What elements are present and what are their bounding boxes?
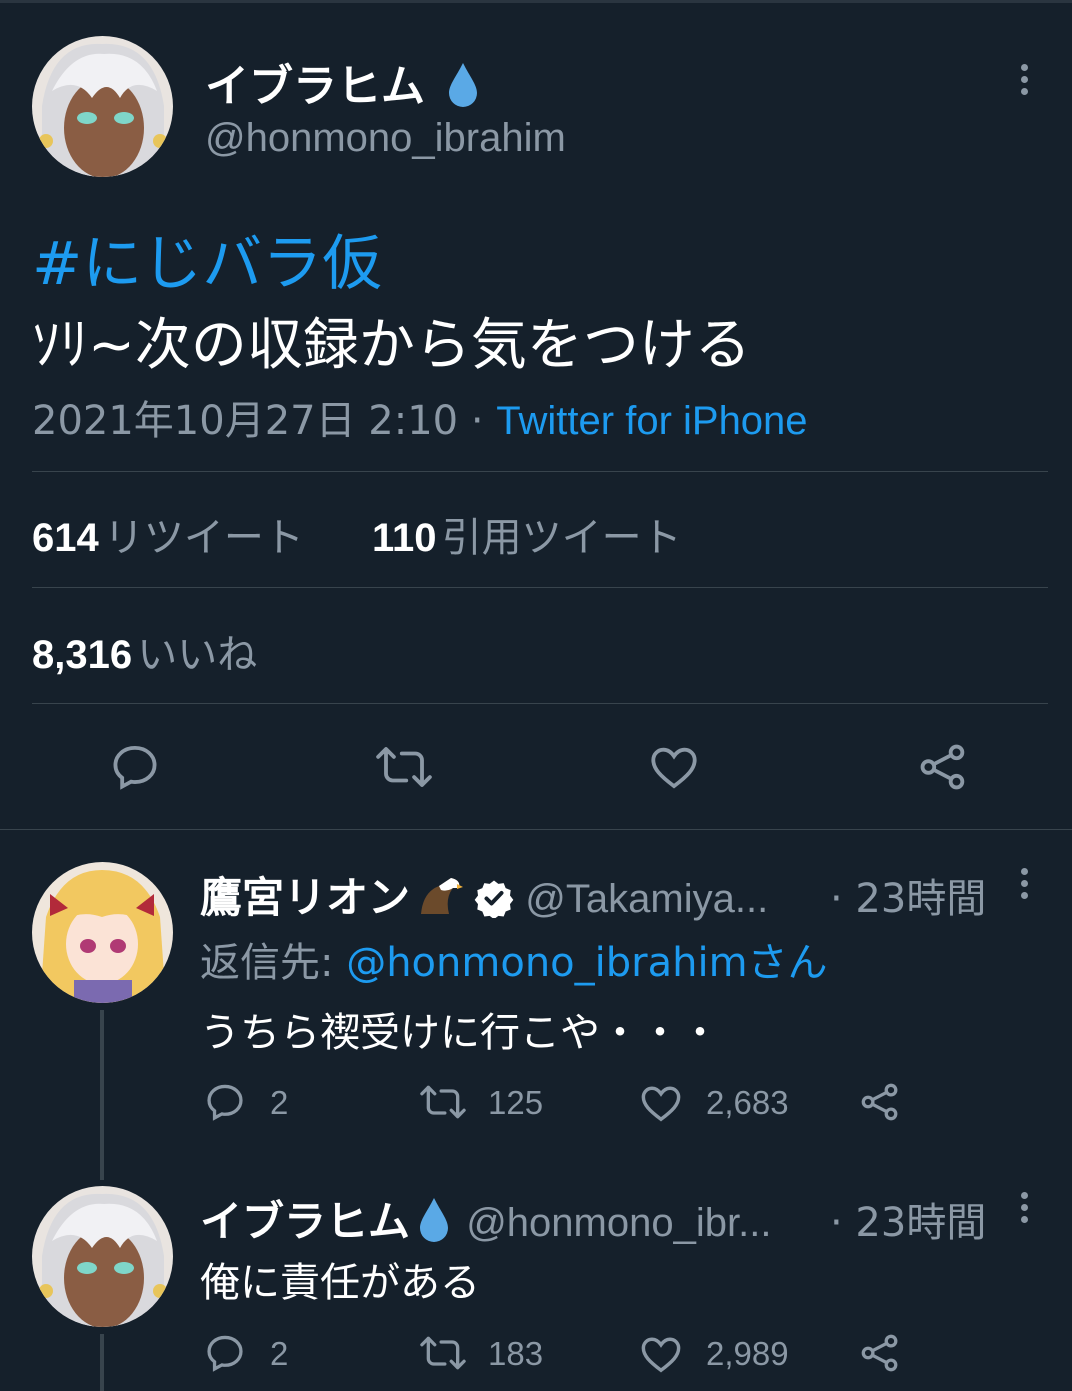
heart-icon <box>641 1337 681 1373</box>
reply-author-name[interactable]: イブラヒム <box>200 1197 410 1246</box>
heart-icon <box>641 1086 681 1122</box>
reply-button[interactable] <box>108 740 162 794</box>
reply-header: 鷹宮リオン @Takamiya... · 23時間 <box>200 864 1030 925</box>
share-icon <box>920 744 965 790</box>
tweet-text: ｿﾘ~次の収録から気をつける <box>32 313 751 378</box>
reply-author-handle[interactable]: @honmono_ibr... <box>466 1201 771 1245</box>
divider <box>32 587 1048 588</box>
water-drop-icon <box>449 63 478 107</box>
retweet-button[interactable] <box>374 740 434 794</box>
source-link[interactable]: Twitter for iPhone <box>496 399 807 443</box>
avatar-illustration <box>32 862 173 1003</box>
reply-to-label: 返信先: <box>200 940 334 986</box>
reply-share-button[interactable] <box>858 1080 902 1124</box>
reply-to-line: 返信先: @honmono_ibrahimさん <box>200 930 828 988</box>
hashtag-link[interactable]: #にじバラ仮 <box>32 215 382 302</box>
verified-badge-icon <box>474 880 514 920</box>
reply-to-handle-link[interactable]: @honmono_ibrahimさん <box>346 940 827 986</box>
author-avatar[interactable] <box>32 36 173 177</box>
thread-connector <box>100 1334 104 1391</box>
reply-text: 俺に責任がある <box>200 1260 480 1306</box>
avatar-illustration <box>32 36 173 177</box>
likes-count: 8,316 <box>32 633 133 677</box>
reply-text: うちら禊受けに行こや・・・ <box>200 1010 720 1056</box>
reply-retweet-button[interactable] <box>418 1080 468 1124</box>
eagle-emoji-icon <box>421 878 464 914</box>
share-button[interactable] <box>916 740 970 794</box>
reply-author-handle[interactable]: @Takamiya... <box>525 877 768 921</box>
reply-retweet-button[interactable] <box>418 1331 468 1375</box>
author-name-text: イブラヒム <box>205 61 425 112</box>
reply-reply-button[interactable] <box>203 1331 247 1375</box>
reply-like-count: 2,989 <box>706 1335 789 1372</box>
thread-connector <box>100 1010 104 1180</box>
likes-stats[interactable]: 8,316 いいね <box>32 622 257 680</box>
reply-reply-count: 2 <box>270 1084 289 1121</box>
reply-time[interactable]: · 23時間 <box>830 866 986 924</box>
divider <box>32 703 1048 704</box>
reply-icon <box>113 745 157 790</box>
reply-like-count: 2,683 <box>706 1084 789 1121</box>
reply-retweet-count: 183 <box>488 1335 544 1372</box>
reply-like-button[interactable] <box>638 1331 684 1377</box>
reply-like-button[interactable] <box>638 1080 684 1126</box>
author-name[interactable]: イブラヒム <box>205 50 480 114</box>
like-button[interactable] <box>647 740 701 794</box>
reply-avatar[interactable] <box>32 1186 173 1327</box>
share-icon <box>861 1083 898 1121</box>
reply-share-button[interactable] <box>858 1331 902 1375</box>
quotes-label: 引用ツイート <box>441 515 682 561</box>
reply-avatar[interactable] <box>32 862 173 1003</box>
retweet-icon <box>420 1336 466 1370</box>
reply-more-options-icon[interactable] <box>1021 1192 1033 1228</box>
quote-stats[interactable]: 110 引用ツイート <box>372 505 682 563</box>
top-border <box>0 0 1072 3</box>
reply-reply-button[interactable] <box>203 1080 247 1124</box>
tweet-meta: 2021年10月27日 2:10 · Twitter for iPhone <box>32 388 808 446</box>
divider <box>0 829 1072 830</box>
reply-retweet-count: 125 <box>488 1084 544 1121</box>
likes-label: いいね <box>137 632 258 678</box>
avatar-illustration <box>32 1186 173 1327</box>
author-handle[interactable]: @honmono_ibrahim <box>205 116 566 161</box>
more-options-icon[interactable] <box>1021 64 1033 100</box>
water-drop-icon <box>420 1198 449 1242</box>
timestamp[interactable]: 2021年10月27日 2:10 <box>32 398 458 444</box>
share-icon <box>861 1334 898 1372</box>
reply-icon <box>207 1084 243 1121</box>
divider <box>32 471 1048 472</box>
retweet-stats[interactable]: 614 リツイート <box>32 505 304 563</box>
reply-author-name[interactable]: 鷹宮リオン <box>200 873 410 922</box>
reply-reply-count: 2 <box>270 1335 289 1372</box>
reply-icon <box>207 1335 243 1372</box>
retweet-icon <box>420 1085 466 1119</box>
meta-separator: · <box>470 398 484 444</box>
retweets-count: 614 <box>32 516 99 560</box>
heart-icon <box>651 747 697 789</box>
retweet-icon <box>376 747 432 787</box>
reply-more-options-icon[interactable] <box>1021 868 1033 904</box>
reply-header: イブラヒム @honmono_ibr... · 23時間 <box>200 1188 1030 1249</box>
reply-time[interactable]: · 23時間 <box>830 1190 986 1248</box>
quotes-count: 110 <box>372 516 437 560</box>
retweets-label: リツイート <box>103 515 304 561</box>
